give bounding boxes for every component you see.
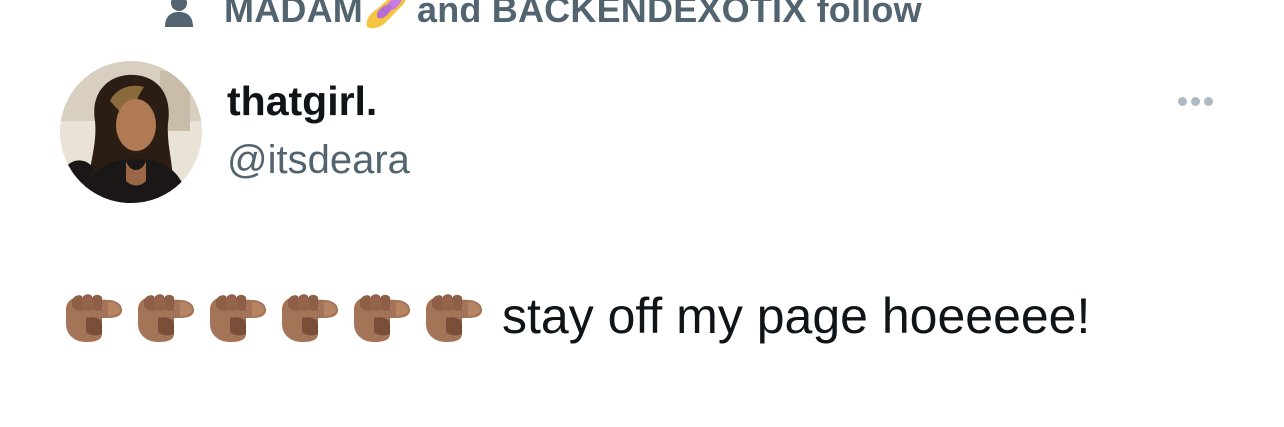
more-horizontal-icon-dot [1190,96,1200,106]
avatar[interactable] [60,61,202,203]
pointing-right-emoji-icon [426,294,482,342]
nail-polish-icon [366,0,406,29]
pointing-right-emoji-icon [210,294,266,342]
more-horizontal-icon-dot [1203,96,1213,106]
person-icon [165,0,193,27]
user-handle[interactable]: @itsdeara [227,138,410,183]
pointing-right-emoji-icon [138,294,194,342]
pointing-right-emoji-icon [66,294,122,342]
social-context[interactable]: MADAM and BACKENDEXOTIX follow [162,0,922,34]
tweet-body: stay off my page hoeeeee! [502,288,1091,344]
profile-photo-image [60,61,202,203]
tweet-text: stay off my page hoeeeee! [62,284,1090,348]
more-options-button[interactable] [1170,86,1220,116]
more-horizontal-icon [1177,96,1187,106]
pointing-right-emoji-icon [354,294,410,342]
pointing-right-emoji-icon [282,294,338,342]
display-name[interactable]: thatgirl. [227,78,377,125]
social-context-name: MADAM [224,0,363,30]
emoji-row [62,288,486,344]
social-context-rest: and BACKENDEXOTIX follow [416,0,922,30]
